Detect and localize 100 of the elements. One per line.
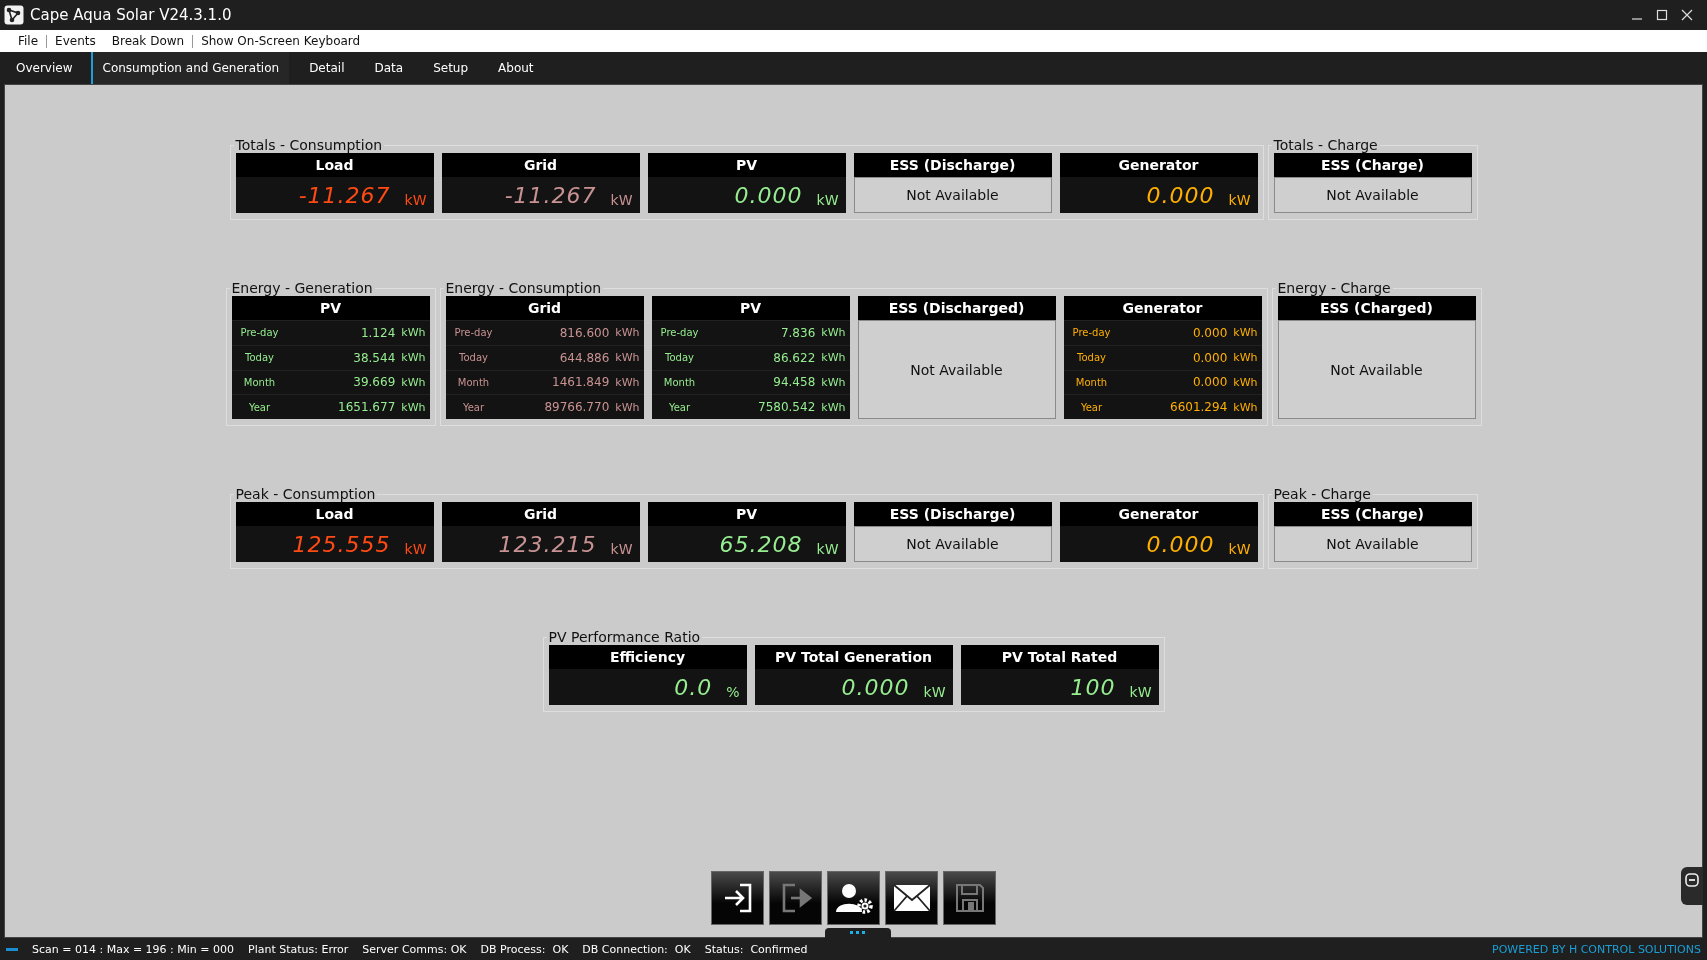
card-title: Generator: [1059, 502, 1258, 526]
status-text: Not Available: [906, 187, 999, 203]
mail-icon: [892, 884, 931, 912]
reading-value: 125.555: [292, 532, 391, 558]
group-title: Energy - Consumption: [444, 280, 603, 296]
maximize-icon[interactable]: [1656, 9, 1668, 21]
card-title: Load: [235, 502, 434, 526]
energy-value: 644.886: [558, 350, 610, 365]
status-indicator-icon: [6, 947, 18, 951]
status-text: DB Process: OK: [480, 942, 569, 956]
reading-value: 0.000: [841, 675, 910, 701]
group-title: Totals - Consumption: [234, 137, 384, 153]
tab[interactable]: Setup: [421, 52, 479, 84]
window-title: Cape Aqua Solar V24.3.1.0: [30, 6, 232, 24]
card-title: ESS (Charge): [1273, 153, 1472, 177]
card-title: PV: [231, 296, 430, 320]
status-text: Not Available: [1326, 536, 1419, 552]
unit-label: kW: [923, 683, 946, 701]
more-tab[interactable]: [825, 928, 891, 938]
unit-label: kWh: [1233, 400, 1258, 414]
group-title: Totals - Charge: [1272, 137, 1379, 153]
period-label: Year: [667, 401, 692, 413]
close-icon[interactable]: [1681, 9, 1693, 21]
tab[interactable]: Data: [362, 52, 414, 84]
card-title: PV: [651, 296, 850, 320]
unit-label: kW: [610, 191, 633, 209]
unit-label: kWh: [1233, 375, 1258, 389]
unit-label: kWh: [615, 400, 640, 414]
tab[interactable]: Consumption and Generation: [90, 52, 290, 84]
reading-value: 0.000: [1146, 183, 1215, 209]
unit-label: kWh: [821, 326, 846, 340]
energy-value: 1651.677: [337, 400, 396, 415]
tab[interactable]: About: [486, 52, 544, 84]
group-title: Energy - Charge: [1276, 280, 1392, 296]
period-label: Pre-day: [453, 327, 494, 339]
period-label: Today: [1076, 352, 1107, 364]
card-title: Efficiency: [548, 645, 747, 669]
reading-value: 0.000: [1146, 532, 1215, 558]
unit-label: kWh: [401, 351, 426, 365]
card-title: ESS (Discharged): [857, 296, 1056, 320]
card-title: PV Total Rated: [960, 645, 1159, 669]
brand-text: POWERED BY H CONTROL SOLUTIONS: [1492, 942, 1702, 956]
energy-value: 0.000: [1191, 375, 1228, 390]
card-title: ESS (Charged): [1277, 296, 1476, 320]
card-title: ESS (Discharge): [853, 502, 1052, 526]
unit-label: kW: [816, 540, 839, 558]
reading-value: 123.215: [498, 532, 597, 558]
card-title: Grid: [441, 502, 640, 526]
energy-value: 7580.542: [757, 400, 816, 415]
unit-label: kW: [816, 191, 839, 209]
card-title: Grid: [441, 153, 640, 177]
unit-label: kW: [1228, 191, 1251, 209]
group-title: Peak - Charge: [1272, 486, 1372, 502]
period-label: Today: [244, 352, 275, 364]
mail-button[interactable]: [885, 871, 938, 925]
group-title: PV Performance Ratio: [547, 629, 702, 645]
unit-label: kW: [610, 540, 633, 558]
card-title: PV: [647, 502, 846, 526]
status-text: Status: Confirmed: [704, 942, 808, 956]
period-label: Pre-day: [659, 327, 700, 339]
energy-value: 6601.294: [1169, 400, 1228, 415]
nodes-icon: [4, 5, 24, 25]
status-text: Not Available: [910, 361, 1003, 378]
reading-value: 0.000: [734, 183, 803, 209]
unit-label: kWh: [615, 326, 640, 340]
period-label: Pre-day: [239, 327, 280, 339]
unit-label: kW: [404, 540, 427, 558]
menu-item[interactable]: Events: [47, 34, 104, 48]
energy-value: 39.669: [352, 375, 396, 390]
user-settings-button[interactable]: [827, 871, 880, 925]
status-text: Not Available: [1326, 187, 1419, 203]
menu-item[interactable]: Break Down: [103, 34, 193, 48]
menu-item[interactable]: File: [10, 34, 47, 48]
card-title: PV Total Generation: [754, 645, 953, 669]
period-label: Pre-day: [1071, 327, 1112, 339]
unit-label: kW: [404, 191, 427, 209]
energy-value: 86.622: [772, 350, 816, 365]
menu-item[interactable]: Show On-Screen Keyboard: [193, 34, 369, 48]
tab[interactable]: Detail: [297, 52, 355, 84]
enter-button[interactable]: [711, 871, 764, 925]
status-text: Not Available: [1330, 361, 1423, 378]
dots-icon: [850, 931, 866, 935]
energy-value: 7.836: [779, 325, 816, 340]
period-label: Month: [662, 376, 697, 388]
card-title: Generator: [1059, 153, 1258, 177]
energy-value: 816.600: [558, 325, 610, 340]
unit-label: kW: [1129, 683, 1152, 701]
unit-label: kWh: [401, 375, 426, 389]
unit-label: %: [726, 683, 740, 701]
side-handle[interactable]: [1681, 867, 1703, 905]
unit-label: kWh: [821, 375, 846, 389]
unit-label: kWh: [821, 400, 846, 414]
unit-label: kWh: [821, 351, 846, 365]
status-text: Server Comms: OK: [362, 942, 467, 956]
unit-label: kWh: [615, 351, 640, 365]
reading-value: 65.208: [719, 532, 803, 558]
status-text: Scan = 014 : Max = 196 : Min = 000: [32, 942, 235, 956]
tab[interactable]: Overview: [4, 52, 83, 84]
reading-value: -11.267: [298, 183, 391, 209]
period-label: Year: [247, 401, 272, 413]
